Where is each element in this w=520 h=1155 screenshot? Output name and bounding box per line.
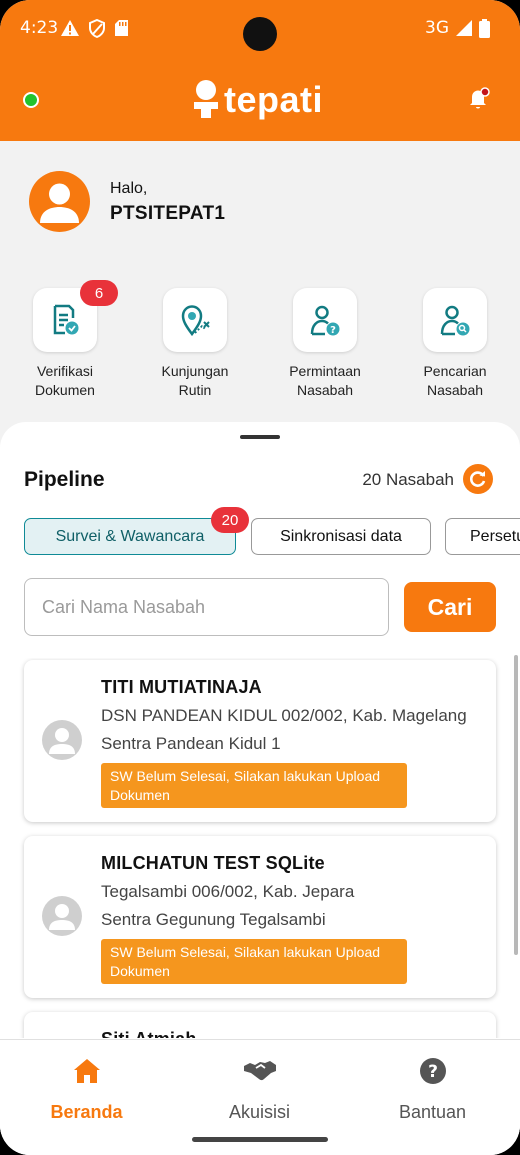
bell-icon bbox=[470, 87, 490, 109]
tab-sinkronisasi-data[interactable]: Sinkronisasi data bbox=[251, 518, 431, 555]
customer-name: Siti Atmiah bbox=[101, 1029, 197, 1038]
menu-label: Pencarian Nasabah bbox=[423, 363, 487, 398]
customer-address: Tegalsambi 006/002, Kab. Jepara bbox=[101, 882, 355, 901]
location-pin-icon bbox=[181, 305, 210, 337]
menu-label: Kunjungan Rutin bbox=[161, 363, 229, 398]
status-time: 4:23 bbox=[20, 18, 59, 38]
customer-avatar bbox=[42, 720, 82, 760]
svg-text:?: ? bbox=[428, 1062, 438, 1082]
svg-text:?: ? bbox=[330, 325, 336, 336]
nav-label: Akuisisi bbox=[228, 1102, 290, 1122]
customer-name: TITI MUTIATINAJA bbox=[101, 677, 262, 697]
home-icon bbox=[73, 1059, 100, 1083]
menu-verifikasi-dokumen[interactable]: Verifikasi Dokumen 6 bbox=[0, 280, 130, 400]
tab-label: Persetujuan bbox=[470, 527, 520, 545]
customer-address: DSN PANDEAN KIDUL 002/002, Kab. Magelang bbox=[101, 706, 467, 725]
tab-persetujuan[interactable]: Persetujuan bbox=[445, 518, 520, 555]
notification-icons bbox=[60, 19, 129, 38]
menu-icon-box bbox=[423, 288, 487, 352]
quick-menu: Verifikasi Dokumen 6 Kunjungan Rutin ? P… bbox=[0, 280, 520, 408]
customer-avatar bbox=[42, 896, 82, 936]
tab-label: Sinkronisasi data bbox=[280, 527, 402, 545]
customer-card[interactable]: MILCHATUN TEST SQLite Tegalsambi 006/002… bbox=[24, 836, 496, 998]
menu-permintaan-nasabah[interactable]: ? Permintaan Nasabah bbox=[260, 288, 390, 400]
app-logo: tepati bbox=[192, 78, 323, 122]
warning-icon bbox=[61, 20, 79, 36]
user-search-icon bbox=[440, 305, 470, 336]
shield-icon bbox=[89, 19, 105, 38]
customer-sentra: Sentra Pandean Kidul 1 bbox=[101, 734, 281, 753]
menu-pencarian-nasabah[interactable]: Pencarian Nasabah bbox=[390, 288, 520, 400]
status-right: 3G bbox=[425, 18, 490, 38]
nav-akuisisi[interactable]: Akuisisi bbox=[173, 1055, 346, 1123]
person-icon bbox=[49, 904, 75, 930]
logo-person-icon bbox=[194, 80, 218, 118]
online-status-dot bbox=[23, 92, 39, 108]
tab-badge: 20 bbox=[211, 507, 249, 533]
user-avatar[interactable] bbox=[29, 171, 90, 232]
customer-name: MILCHATUN TEST SQLite bbox=[101, 853, 325, 873]
pipeline-tabs: Survei & Wawancara 20 Sinkronisasi data … bbox=[24, 507, 520, 556]
refresh-button[interactable] bbox=[463, 464, 493, 494]
signal-icon bbox=[456, 20, 472, 36]
nav-bantuan[interactable]: ? Bantuan bbox=[346, 1055, 519, 1123]
search-button[interactable]: Cari bbox=[404, 582, 496, 632]
tab-label: Survei & Wawancara bbox=[55, 527, 205, 545]
customer-card[interactable]: Siti Atmiah bbox=[24, 1012, 496, 1038]
app-screen: 4:23 3G tepati Halo, PTSITEPAT1 Verifika… bbox=[0, 0, 520, 1155]
sheet-drag-handle[interactable] bbox=[240, 435, 280, 439]
gesture-bar bbox=[192, 1137, 328, 1142]
username: PTSITEPAT1 bbox=[110, 203, 226, 224]
logo-text: tepati bbox=[224, 79, 324, 120]
menu-icon-box bbox=[163, 288, 227, 352]
nav-label: Beranda bbox=[50, 1102, 123, 1122]
menu-kunjungan-rutin[interactable]: Kunjungan Rutin bbox=[130, 288, 260, 400]
status-alert: SW Belum Selesai, Silakan lakukan Upload… bbox=[101, 763, 407, 808]
status-alert: SW Belum Selesai, Silakan lakukan Upload… bbox=[101, 939, 407, 984]
app-header: 4:23 3G tepati bbox=[0, 0, 520, 141]
customer-card[interactable]: TITI MUTIATINAJA DSN PANDEAN KIDUL 002/0… bbox=[24, 660, 496, 822]
pipeline-count: 20 Nasabah bbox=[362, 470, 454, 489]
refresh-icon bbox=[470, 471, 486, 487]
greeting: Halo, bbox=[110, 180, 148, 197]
network-type: 3G bbox=[425, 18, 449, 38]
help-icon: ? bbox=[419, 1058, 446, 1084]
battery-icon bbox=[479, 18, 490, 38]
search-input[interactable] bbox=[24, 578, 389, 636]
menu-label: Verifikasi Dokumen bbox=[35, 363, 95, 398]
tab-survei-wawancara[interactable]: Survei & Wawancara bbox=[24, 518, 236, 555]
nav-label: Bantuan bbox=[398, 1102, 467, 1122]
person-icon bbox=[49, 728, 75, 754]
customer-sentra: Sentra Gegunung Tegalsambi bbox=[101, 910, 326, 929]
notification-bell[interactable] bbox=[466, 86, 492, 117]
customer-list: TITI MUTIATINAJA DSN PANDEAN KIDUL 002/0… bbox=[0, 658, 520, 1038]
user-avatar-icon bbox=[40, 183, 79, 223]
camera-cutout bbox=[243, 17, 277, 51]
menu-icon-box: ? bbox=[293, 288, 357, 352]
document-check-icon bbox=[53, 304, 79, 335]
user-question-icon: ? bbox=[310, 305, 340, 336]
menu-badge: 6 bbox=[80, 280, 118, 306]
menu-label: Permintaan Nasabah bbox=[289, 363, 361, 398]
nav-beranda[interactable]: Beranda bbox=[0, 1055, 173, 1123]
handshake-icon bbox=[243, 1061, 276, 1081]
sd-card-icon bbox=[115, 20, 128, 36]
status-bar: 4:23 3G bbox=[0, 0, 520, 58]
list-scrollbar[interactable] bbox=[514, 655, 518, 955]
pipeline-title: Pipeline bbox=[24, 468, 105, 491]
